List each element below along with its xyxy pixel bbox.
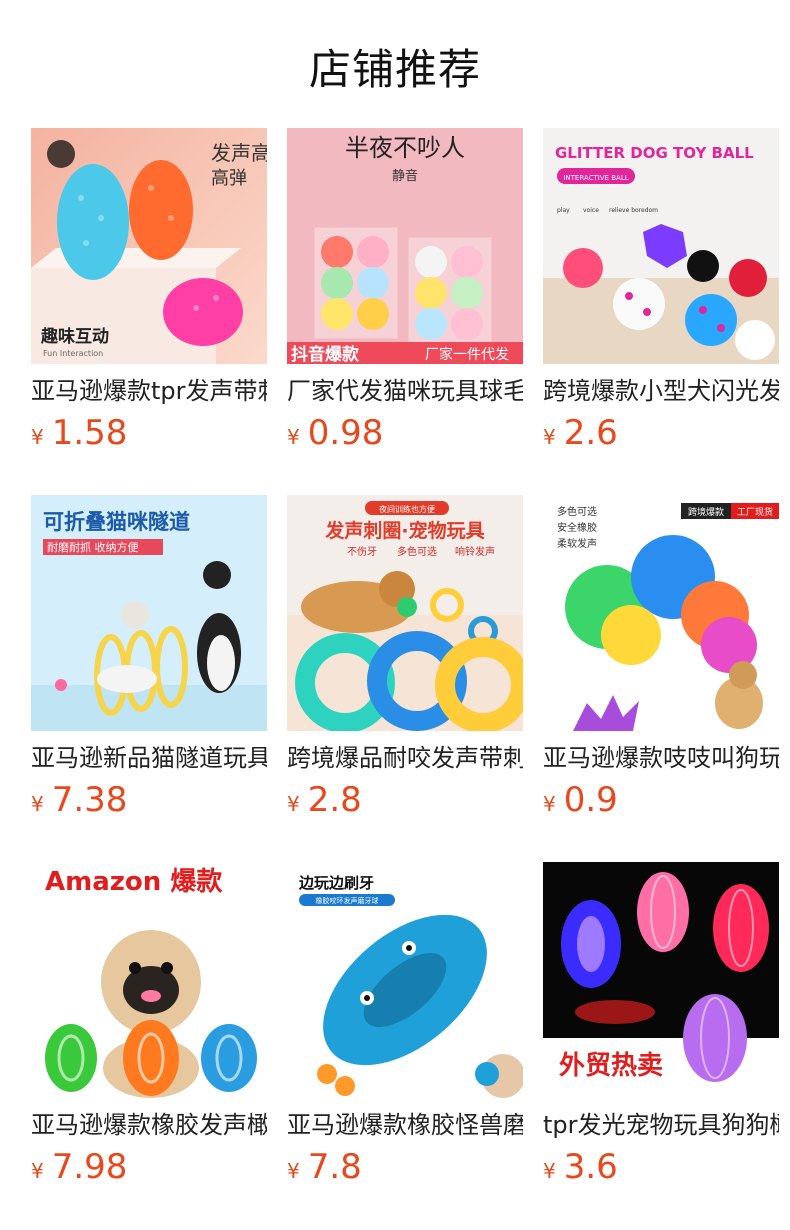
product-card[interactable]: 可折叠猫咪隧道 耐磨耐抓 收纳方便 亚马逊新品猫隧道玩具可折叠 ¥7.38: [31, 495, 267, 825]
svg-text:工厂现货: 工厂现货: [737, 506, 773, 518]
svg-text:半夜不吵人: 半夜不吵人: [345, 134, 465, 162]
product-price: ¥0.98: [287, 412, 383, 454]
currency-symbol: ¥: [31, 425, 44, 449]
currency-symbol: ¥: [543, 1159, 556, 1183]
currency-symbol: ¥: [31, 792, 44, 816]
svg-text:柔软发声: 柔软发声: [557, 537, 597, 550]
product-card[interactable]: 夜间训练也方便 发声刺圈·宠物玩具 不伤牙 多色可选 响铃发声 跨境爆品耐咬发声…: [287, 495, 523, 825]
svg-text:跨境爆款: 跨境爆款: [688, 506, 724, 518]
price-value: 7.38: [51, 780, 128, 820]
product-card[interactable]: 边玩边刷牙 橡胶咬环发声磨牙球 亚马逊爆款橡胶怪兽磨牙球: [287, 862, 523, 1192]
currency-symbol: ¥: [287, 792, 300, 816]
product-price: ¥1.58: [31, 412, 127, 454]
product-image[interactable]: 发声高弹 高弹 趣味互动 Fun Interaction: [31, 128, 267, 364]
product-price: ¥7.98: [31, 1146, 127, 1188]
svg-text:夜间训练也方便: 夜间训练也方便: [379, 504, 435, 514]
product-price: ¥2.8: [287, 779, 362, 821]
svg-text:Amazon 爆款: Amazon 爆款: [45, 867, 223, 897]
product-image[interactable]: 外贸热卖: [543, 862, 779, 1098]
product-card[interactable]: Amazon 爆款 亚马逊爆款橡胶发声橄榄球 ¥7.98: [31, 862, 267, 1192]
product-card[interactable]: 多色可选 安全橡胶 柔软发声 跨境爆款 工厂现货 亚马逊爆款吱吱叫狗玩 ¥ 0.…: [543, 495, 779, 825]
svg-text:抖音爆款: 抖音爆款: [291, 344, 360, 364]
product-name[interactable]: 亚马逊新品猫隧道玩具可折叠: [31, 741, 267, 775]
svg-text:INTERACTIVE BALL: INTERACTIVE BALL: [563, 174, 628, 182]
page: 店铺推荐 发声高弹 高弹 趣味互: [0, 0, 790, 1230]
svg-text:多色可选: 多色可选: [397, 545, 437, 558]
product-price: ¥2.6: [543, 412, 618, 454]
product-price: ¥7.8: [287, 1146, 362, 1188]
svg-text:安全橡胶: 安全橡胶: [557, 521, 597, 534]
section-title: 店铺推荐: [308, 45, 481, 94]
price-value: 1.58: [51, 413, 128, 453]
product-image[interactable]: GLITTER DOG TOY BALL INTERACTIVE BALL pl…: [543, 128, 779, 364]
svg-text:Fun Interaction: Fun Interaction: [43, 349, 103, 358]
svg-text:高弹: 高弹: [211, 168, 247, 189]
svg-text:relieve boredom: relieve boredom: [609, 207, 658, 214]
product-name[interactable]: 亚马逊爆款tpr发声带刺宠物玩具: [31, 374, 267, 408]
product-image[interactable]: 可折叠猫咪隧道 耐磨耐抓 收纳方便: [31, 495, 267, 731]
product-image[interactable]: 半夜不吵人 静音 抖音爆款 厂家一件代发: [287, 128, 523, 364]
price-value: 2.8: [307, 780, 362, 820]
product-price: ¥7.38: [31, 779, 127, 821]
svg-text:橡胶咬环发声磨牙球: 橡胶咬环发声磨牙球: [316, 896, 379, 905]
currency-symbol: ¥: [543, 792, 556, 816]
svg-text:GLITTER DOG TOY BALL: GLITTER DOG TOY BALL: [555, 144, 754, 162]
svg-text:多色可选: 多色可选: [557, 505, 597, 518]
product-name[interactable]: 跨境爆款小型犬闪光发声球: [543, 374, 779, 408]
product-name[interactable]: 亚马逊爆款橡胶怪兽磨牙球: [287, 1108, 523, 1142]
price-value: 0.9: [563, 780, 618, 820]
image-badge: 趣味互动: [40, 326, 109, 347]
product-price: ¥0.9: [543, 779, 618, 821]
product-image[interactable]: 多色可选 安全橡胶 柔软发声 跨境爆款 工厂现货: [543, 495, 779, 731]
svg-text:响铃发声: 响铃发声: [455, 545, 495, 558]
product-card[interactable]: 发声高弹 高弹 趣味互动 Fun Interaction 亚马逊爆款tpr发声带…: [31, 128, 267, 458]
svg-text:发声刺圈·宠物玩具: 发声刺圈·宠物玩具: [324, 519, 484, 542]
svg-text:可折叠猫咪隧道: 可折叠猫咪隧道: [43, 510, 190, 534]
svg-text:不伤牙: 不伤牙: [347, 545, 377, 558]
product-card[interactable]: GLITTER DOG TOY BALL INTERACTIVE BALL pl…: [543, 128, 779, 458]
product-image[interactable]: Amazon 爆款: [31, 862, 267, 1098]
product-name[interactable]: 亚马逊爆款橡胶发声橄榄球: [31, 1108, 267, 1142]
price-value: 3.6: [563, 1147, 618, 1187]
product-card[interactable]: 半夜不吵人 静音 抖音爆款 厂家一件代发 厂家代发猫咪玩具球毛绒 ¥0.98: [287, 128, 523, 458]
svg-text:play: play: [557, 207, 570, 214]
product-name[interactable]: 亚马逊爆款吱吱叫狗玩具: [543, 741, 779, 775]
image-heading: 发声高弹: [211, 141, 267, 165]
product-name[interactable]: 厂家代发猫咪玩具球毛绒: [287, 374, 523, 408]
price-value: 7.8: [307, 1147, 362, 1187]
svg-text:厂家一件代发: 厂家一件代发: [425, 346, 509, 363]
currency-symbol: ¥: [31, 1159, 44, 1183]
svg-text:静音: 静音: [392, 168, 418, 184]
product-name[interactable]: 跨境爆品耐咬发声带刺圈: [287, 741, 523, 775]
product-price: ¥3.6: [543, 1146, 618, 1188]
svg-text:外贸热卖: 外贸热卖: [559, 1051, 663, 1081]
product-image[interactable]: 边玩边刷牙 橡胶咬环发声磨牙球: [287, 862, 523, 1098]
price-value: 2.6: [563, 413, 618, 453]
product-image[interactable]: 夜间训练也方便 发声刺圈·宠物玩具 不伤牙 多色可选 响铃发声: [287, 495, 523, 731]
price-value: 7.98: [51, 1147, 128, 1187]
product-name[interactable]: tpr发光宠物玩具狗狗橄榄球: [543, 1108, 779, 1142]
svg-text:voice: voice: [583, 207, 599, 214]
svg-text:边玩边刷牙: 边玩边刷牙: [298, 874, 374, 892]
product-card[interactable]: 外贸热卖 tpr发光宠物玩具狗狗橄榄球 ¥3.6: [543, 862, 779, 1192]
currency-symbol: ¥: [287, 425, 300, 449]
currency-symbol: ¥: [543, 425, 556, 449]
svg-text:耐磨耐抓 收纳方便: 耐磨耐抓 收纳方便: [47, 540, 139, 554]
price-value: 0.98: [307, 413, 384, 453]
currency-symbol: ¥: [287, 1159, 300, 1183]
